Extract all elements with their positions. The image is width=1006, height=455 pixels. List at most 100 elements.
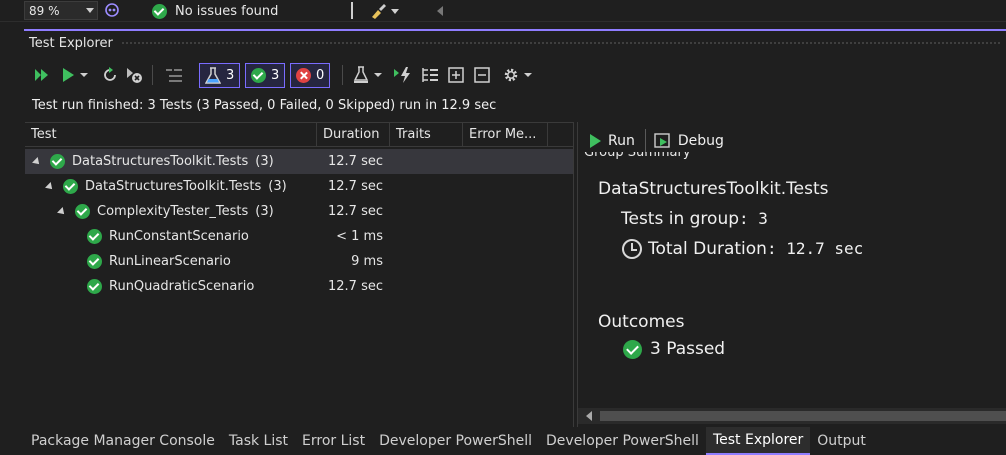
chevron-down-icon [374, 73, 382, 77]
filter-passed-tests[interactable]: 3 [245, 63, 286, 88]
tree-row[interactable]: ComplexityTester_Tests (3) 12.7 sec [25, 199, 573, 224]
toolbar-separator [342, 65, 343, 85]
tab-task-list[interactable]: Task List [222, 427, 295, 455]
debug-button[interactable]: Debug [646, 128, 734, 154]
play-icon [590, 134, 601, 148]
zoom-value: 89 % [29, 3, 60, 18]
settings-button[interactable] [502, 63, 536, 87]
issues-indicator[interactable]: No issues found [152, 0, 278, 22]
failed-count: 0 [316, 68, 325, 83]
issues-text: No issues found [175, 3, 279, 19]
chevron-down-icon [524, 73, 532, 77]
playlist-button[interactable] [352, 63, 386, 87]
toolbar-separator [152, 65, 153, 85]
check-circle-icon [623, 339, 642, 359]
play-icon [63, 68, 74, 82]
tests-in-group: Tests in group: 3 [621, 209, 768, 229]
tool-window-tabs: Package Manager Console Task List Error … [24, 427, 1006, 455]
error-circle-icon [296, 68, 311, 83]
hierarchy-view-button[interactable] [420, 63, 440, 87]
horizontal-scrollbar[interactable] [578, 408, 1006, 424]
test-duration: < 1 ms [336, 229, 383, 244]
zoom-dropdown[interactable]: 89 % [24, 1, 98, 20]
run-after-build-button[interactable] [392, 63, 414, 87]
tree-row[interactable]: DataStructuresToolkit.Tests (3) 12.7 sec [25, 149, 573, 174]
check-circle-icon [75, 204, 90, 219]
text-cursor [351, 2, 353, 19]
passed-label: 3 Passed [650, 339, 726, 359]
test-count: (3) [268, 179, 287, 194]
tests-in-group-value: 3 [758, 209, 768, 228]
tab-test-explorer[interactable]: Test Explorer [705, 427, 811, 455]
list-filter-icon [166, 69, 182, 82]
check-circle-icon [251, 68, 266, 83]
drag-grip[interactable] [120, 40, 1002, 46]
group-by-button[interactable] [162, 63, 186, 87]
tab-developer-powershell[interactable]: Developer PowerShell [372, 427, 539, 455]
run-label: Run [608, 133, 635, 149]
run-button[interactable]: Run [578, 128, 645, 154]
tab-package-manager-console[interactable]: Package Manager Console [24, 427, 222, 455]
scroll-left-icon[interactable] [437, 6, 443, 16]
run-lightning-icon [394, 67, 410, 83]
expand-all-button[interactable] [446, 63, 466, 87]
test-duration: 12.7 sec [328, 179, 383, 194]
column-header-error-message[interactable]: Error Me... [463, 123, 548, 147]
tree-header: Test Duration Traits Error Me... [25, 123, 573, 147]
filter-failed-tests[interactable]: 0 [290, 63, 331, 88]
filter-total-tests[interactable]: 3 [199, 63, 241, 88]
scroll-left-icon[interactable] [586, 411, 592, 421]
group-name: DataStructuresToolkit.Tests [598, 179, 829, 199]
total-count: 3 [226, 68, 235, 83]
test-detail-pane: Run Debug Group Summary DataStructuresTo… [577, 122, 1006, 428]
editor-status-strip: 89 % No issues found [0, 0, 1006, 22]
tree-row[interactable]: RunLinearScenario 9 ms [25, 249, 573, 274]
total-duration-value: 12.7 sec [786, 239, 864, 258]
check-circle-icon [87, 229, 102, 244]
group-summary-heading: Group Summary [584, 152, 691, 160]
copilot-icon[interactable] [104, 2, 120, 18]
code-cleanup-button[interactable] [369, 2, 399, 20]
gear-icon [504, 68, 518, 82]
test-count: (3) [255, 204, 274, 219]
run-button[interactable] [60, 63, 94, 87]
test-name: RunQuadraticScenario [109, 279, 255, 294]
panel-title: Test Explorer [29, 35, 113, 51]
tab-error-list[interactable]: Error List [295, 427, 372, 455]
test-toolbar: 3 3 0 [24, 59, 1006, 91]
expander-icon[interactable] [32, 156, 42, 167]
test-duration: 12.7 sec [328, 279, 383, 294]
refresh-icon [104, 67, 116, 81]
total-duration-label: Total Duration [648, 239, 767, 259]
debug-label: Debug [677, 133, 724, 149]
chevron-down-icon [86, 8, 94, 13]
test-count: (3) [255, 154, 274, 169]
column-header-duration[interactable]: Duration [317, 123, 390, 147]
check-circle-icon [63, 179, 78, 194]
expander-icon[interactable] [57, 206, 67, 217]
test-explorer-panel: Test Explorer 3 3 0 Test run finished: 3… [24, 29, 1006, 428]
column-header-test[interactable]: Test [25, 123, 317, 147]
stop-icon [127, 68, 142, 83]
tree-row[interactable]: DataStructuresToolkit.Tests (3) 12.7 sec [25, 174, 573, 199]
check-circle-icon [152, 3, 167, 19]
total-duration: Total Duration: 12.7 sec [622, 239, 863, 259]
panel-title-bar[interactable]: Test Explorer [24, 31, 1006, 55]
test-name: RunConstantScenario [109, 229, 249, 244]
tab-developer-powershell-2[interactable]: Developer PowerShell [539, 427, 706, 455]
check-circle-icon [87, 279, 102, 294]
run-all-tests-button[interactable] [32, 63, 52, 87]
cancel-run-button[interactable] [124, 63, 144, 87]
check-circle-icon [87, 254, 102, 269]
flask-playlist-icon [353, 66, 369, 83]
expander-icon[interactable] [45, 181, 55, 192]
chevron-down-icon [80, 73, 88, 77]
tree-row[interactable]: RunQuadraticScenario 12.7 sec [25, 274, 573, 299]
collapse-all-button[interactable] [472, 63, 492, 87]
repeat-last-run-button[interactable] [100, 63, 120, 87]
tree-row[interactable]: RunConstantScenario < 1 ms [25, 224, 573, 249]
tab-output[interactable]: Output [810, 427, 873, 455]
scrollbar-thumb[interactable] [600, 411, 1006, 421]
column-header-traits[interactable]: Traits [390, 123, 463, 147]
flask-icon [205, 66, 221, 84]
